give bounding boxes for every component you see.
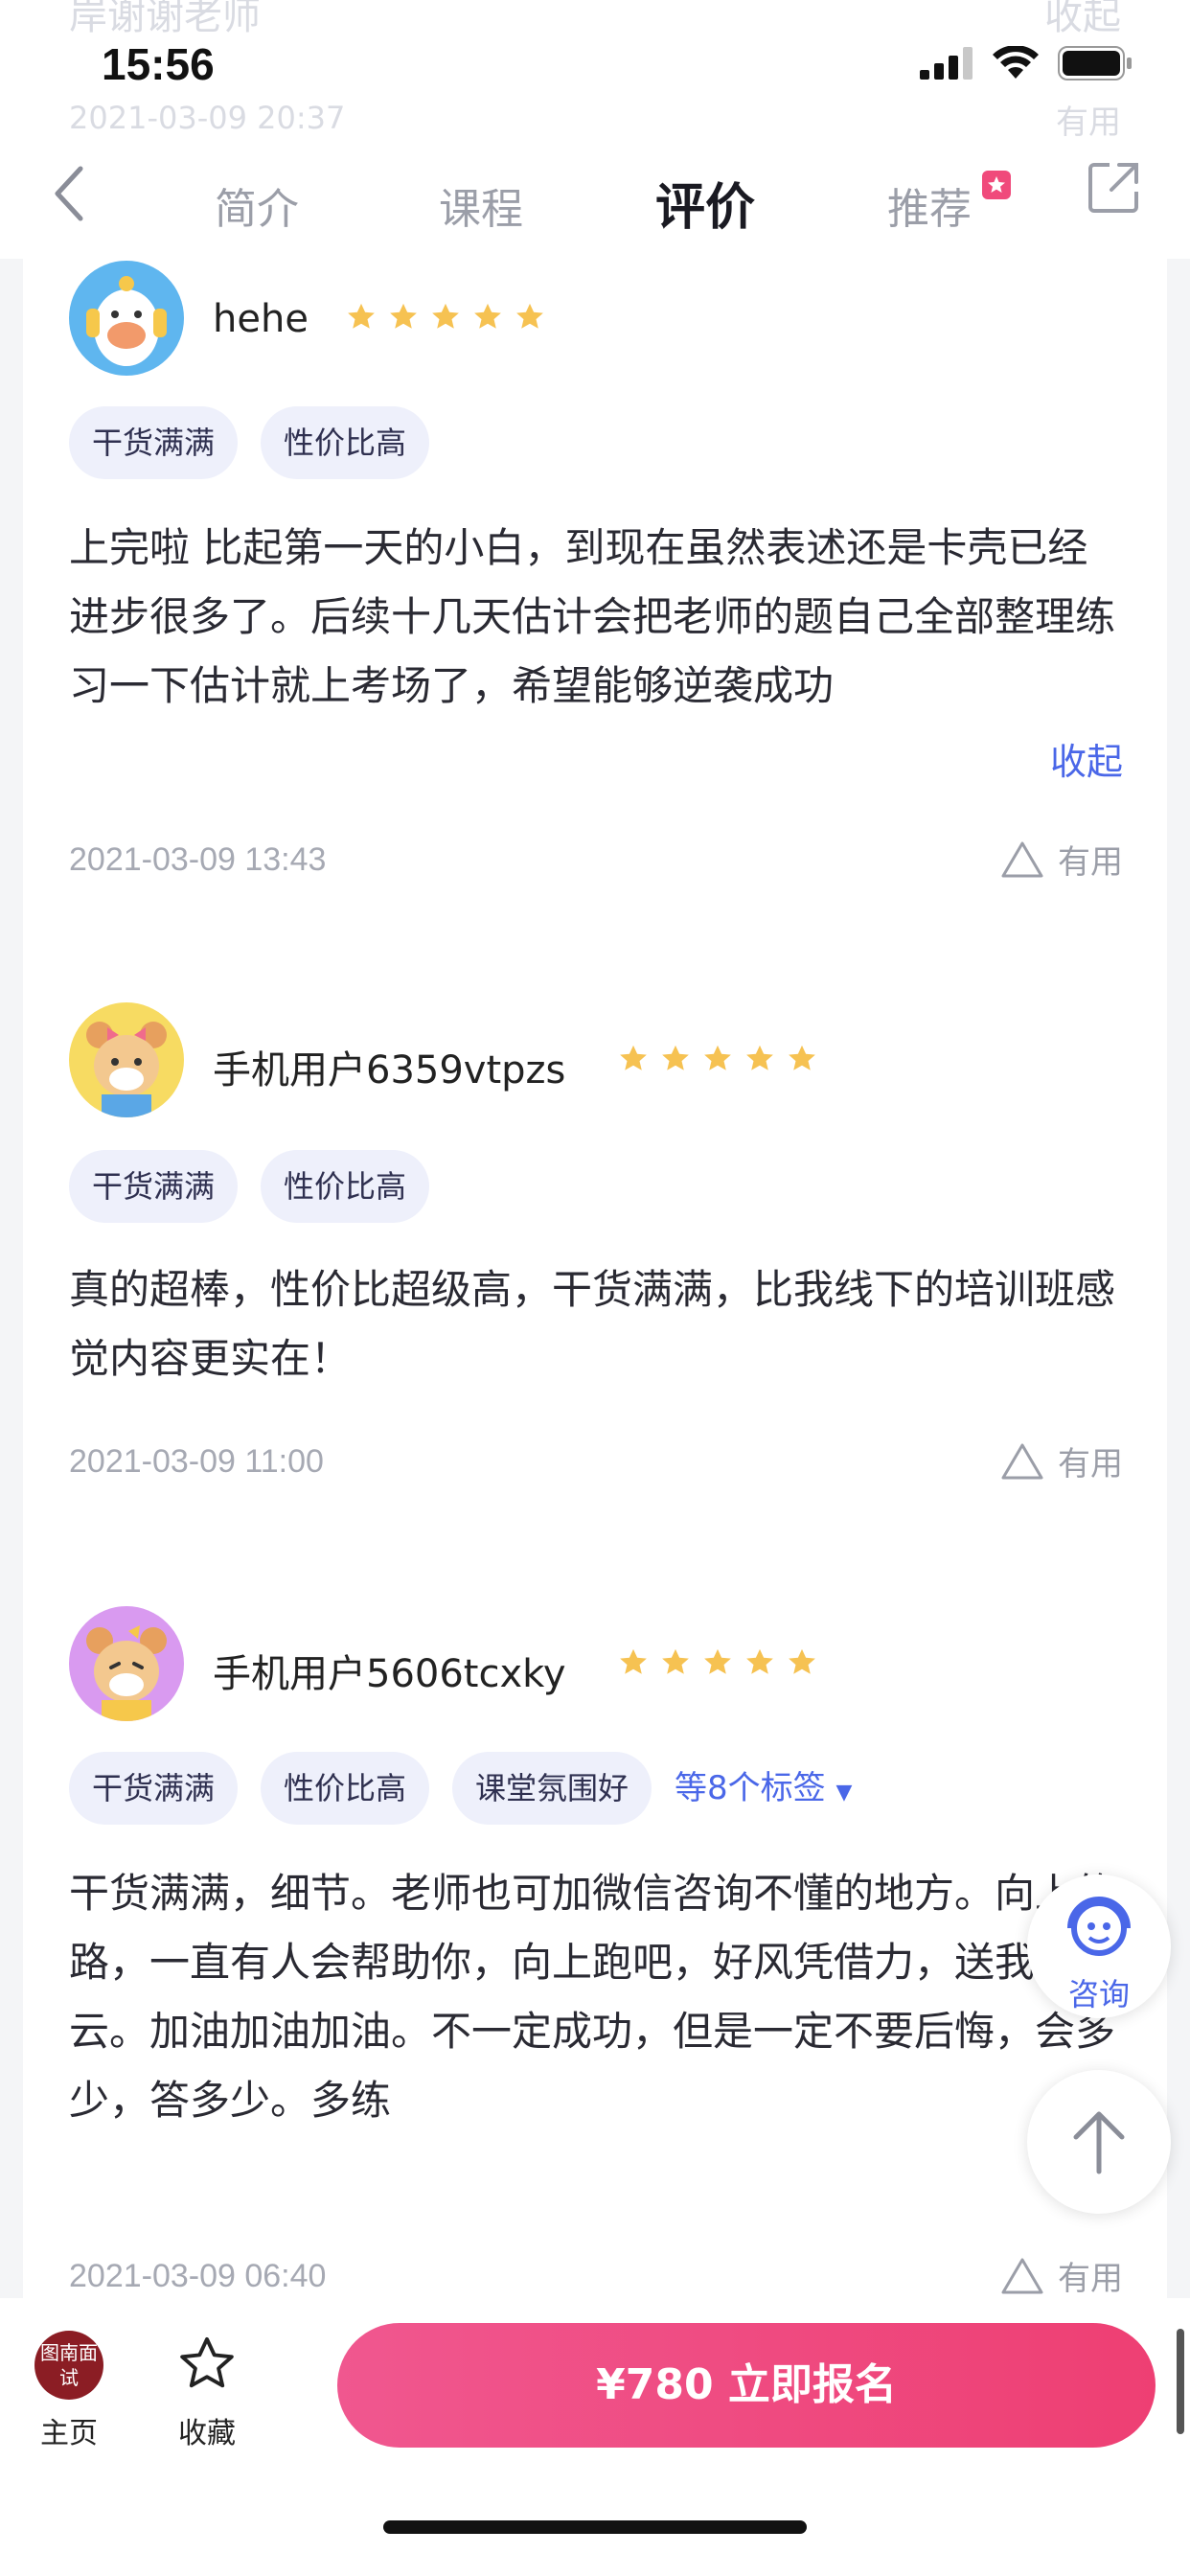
review-tag: 干货满满 bbox=[69, 406, 239, 479]
review-username: hehe bbox=[213, 297, 309, 341]
review-date: 2021-03-09 13:43 bbox=[69, 841, 327, 878]
star-rating bbox=[617, 1646, 818, 1679]
caret-down-icon: ▼ bbox=[835, 1781, 853, 1805]
star-icon bbox=[704, 1648, 731, 1674]
scroll-top-button[interactable] bbox=[1027, 2070, 1171, 2214]
ghost-collapse: 收起 bbox=[1044, 0, 1121, 38]
home-label: 主页 bbox=[40, 2417, 98, 2450]
enroll-now-button[interactable]: ¥780 立即报名 bbox=[337, 2323, 1156, 2448]
consult-button[interactable]: 咨询 bbox=[1027, 1874, 1171, 2018]
triangle-up-icon bbox=[1001, 2258, 1043, 2293]
avatar[interactable] bbox=[69, 1606, 184, 1721]
star-outline-icon bbox=[180, 2336, 234, 2388]
review-item: hehe 干货满满 性价比高 上完啦 比起第一天的小白，到现在虽然表述还是卡壳已… bbox=[69, 261, 1123, 884]
brand-logo: 图南面试 bbox=[34, 2331, 103, 2400]
star-icon bbox=[662, 1045, 689, 1070]
star-icon bbox=[348, 303, 375, 329]
useful-button[interactable]: 有用 bbox=[1000, 836, 1123, 883]
star-icon bbox=[620, 1648, 647, 1674]
useful-label: 有用 bbox=[1058, 843, 1123, 882]
useful-button[interactable]: 有用 bbox=[1000, 2252, 1123, 2299]
cellular-signal-icon bbox=[920, 47, 973, 80]
status-bar: 岸谢谢老师 收起 2021-03-09 20:37 有用 15:56 bbox=[0, 0, 1190, 142]
ghost-teacher-name: 岸谢谢老师 bbox=[69, 0, 261, 38]
avatar[interactable] bbox=[69, 261, 184, 376]
review-item: 手机用户6359vtpzs 干货满满 性价比高 真的超棒，性价比超级高，干货满满… bbox=[69, 1002, 1123, 1484]
star-rating bbox=[345, 301, 546, 334]
triangle-up-icon bbox=[1001, 841, 1043, 877]
review-content: 真的超棒，性价比超级高，干货满满，比我线下的培训班感觉内容更实在！ bbox=[69, 1266, 1116, 1382]
star-icon bbox=[474, 303, 501, 329]
home-button[interactable]: 图南面试 主页 bbox=[34, 2331, 103, 2451]
home-indicator bbox=[383, 2520, 807, 2534]
review-tags: 干货满满 性价比高 bbox=[69, 406, 430, 479]
favorite-button[interactable]: 收藏 bbox=[171, 2333, 243, 2451]
review-username: 手机用户5606tcxky bbox=[213, 1652, 566, 1696]
star-icon bbox=[390, 303, 417, 329]
wifi-icon bbox=[993, 46, 1039, 79]
tab-review[interactable]: 评价 bbox=[655, 167, 755, 239]
star-icon bbox=[432, 303, 459, 329]
useful-label: 有用 bbox=[1058, 1445, 1123, 1484]
review-tags: 干货满满 性价比高 课堂氛围好 等8个标签 ▼ bbox=[69, 1752, 852, 1829]
triangle-up-icon bbox=[1001, 1443, 1043, 1479]
star-icon bbox=[746, 1045, 773, 1070]
review-content: 上完啦 比起第一天的小白，到现在虽然表述还是卡壳已经进步很多了。后续十几天估计会… bbox=[69, 524, 1116, 709]
collapse-link[interactable]: 收起 bbox=[1050, 732, 1123, 785]
back-button[interactable] bbox=[50, 163, 88, 228]
customer-service-icon bbox=[1067, 1897, 1131, 1956]
share-button[interactable] bbox=[1087, 161, 1140, 218]
review-tag: 干货满满 bbox=[69, 1150, 239, 1223]
battery-icon bbox=[1058, 46, 1132, 80]
favorite-label: 收藏 bbox=[178, 2417, 236, 2450]
more-tags-link[interactable]: 等8个标签 ▼ bbox=[675, 1752, 852, 1829]
tab-intro[interactable]: 简介 bbox=[215, 174, 299, 236]
star-icon bbox=[789, 1648, 815, 1674]
page-gutter-left bbox=[0, 259, 23, 2300]
bottom-action-bar: 图南面试 主页 收藏 ¥780 立即报名 bbox=[0, 2298, 1190, 2576]
review-tag: 性价比高 bbox=[261, 1150, 430, 1223]
tab-course[interactable]: 课程 bbox=[439, 174, 523, 236]
avatar[interactable] bbox=[69, 1002, 184, 1117]
review-date: 2021-03-09 06:40 bbox=[69, 2258, 327, 2294]
back-arrow-icon bbox=[55, 166, 83, 221]
star-icon bbox=[516, 303, 543, 329]
ghost-date: 2021-03-09 20:37 bbox=[69, 100, 346, 136]
arrow-up-icon bbox=[1073, 2111, 1125, 2174]
review-tag: 性价比高 bbox=[261, 1752, 430, 1825]
status-icons bbox=[920, 46, 1133, 80]
review-tag: 干货满满 bbox=[69, 1752, 239, 1825]
star-icon bbox=[789, 1045, 815, 1070]
star-rating bbox=[617, 1043, 818, 1075]
review-item: 手机用户5606tcxky 干货满满 性价比高 课堂氛围好 等8个标签 ▼ 干货… bbox=[69, 1606, 1123, 2299]
review-tag: 性价比高 bbox=[261, 406, 430, 479]
useful-label: 有用 bbox=[1058, 2260, 1123, 2298]
review-username: 手机用户6359vtpzs bbox=[213, 1048, 566, 1092]
star-icon bbox=[746, 1648, 773, 1674]
review-tag: 课堂氛围好 bbox=[452, 1752, 652, 1825]
top-nav: 简介 课程 评价 推荐 bbox=[0, 144, 1190, 259]
review-content: 干货满满，细节。老师也可加微信咨询不懂的地方。向上的路，一直有人会帮助你，向上跑… bbox=[69, 1870, 1116, 2124]
recommend-badge-icon bbox=[982, 171, 1011, 199]
consult-label: 咨询 bbox=[1067, 1976, 1130, 2012]
scrollbar[interactable] bbox=[1177, 2329, 1184, 2434]
more-tags-label: 等8个标签 bbox=[675, 1769, 826, 1807]
useful-button[interactable]: 有用 bbox=[1000, 1438, 1123, 1484]
review-tags: 干货满满 性价比高 bbox=[69, 1150, 430, 1223]
star-icon bbox=[704, 1045, 731, 1070]
star-icon bbox=[620, 1045, 647, 1070]
review-date: 2021-03-09 11:00 bbox=[69, 1443, 324, 1480]
share-icon bbox=[1088, 163, 1138, 213]
star-icon bbox=[662, 1648, 689, 1674]
ghost-useful: 有用 bbox=[1056, 104, 1121, 142]
tab-recommend[interactable]: 推荐 bbox=[887, 174, 972, 236]
status-time: 15:56 bbox=[102, 39, 215, 89]
